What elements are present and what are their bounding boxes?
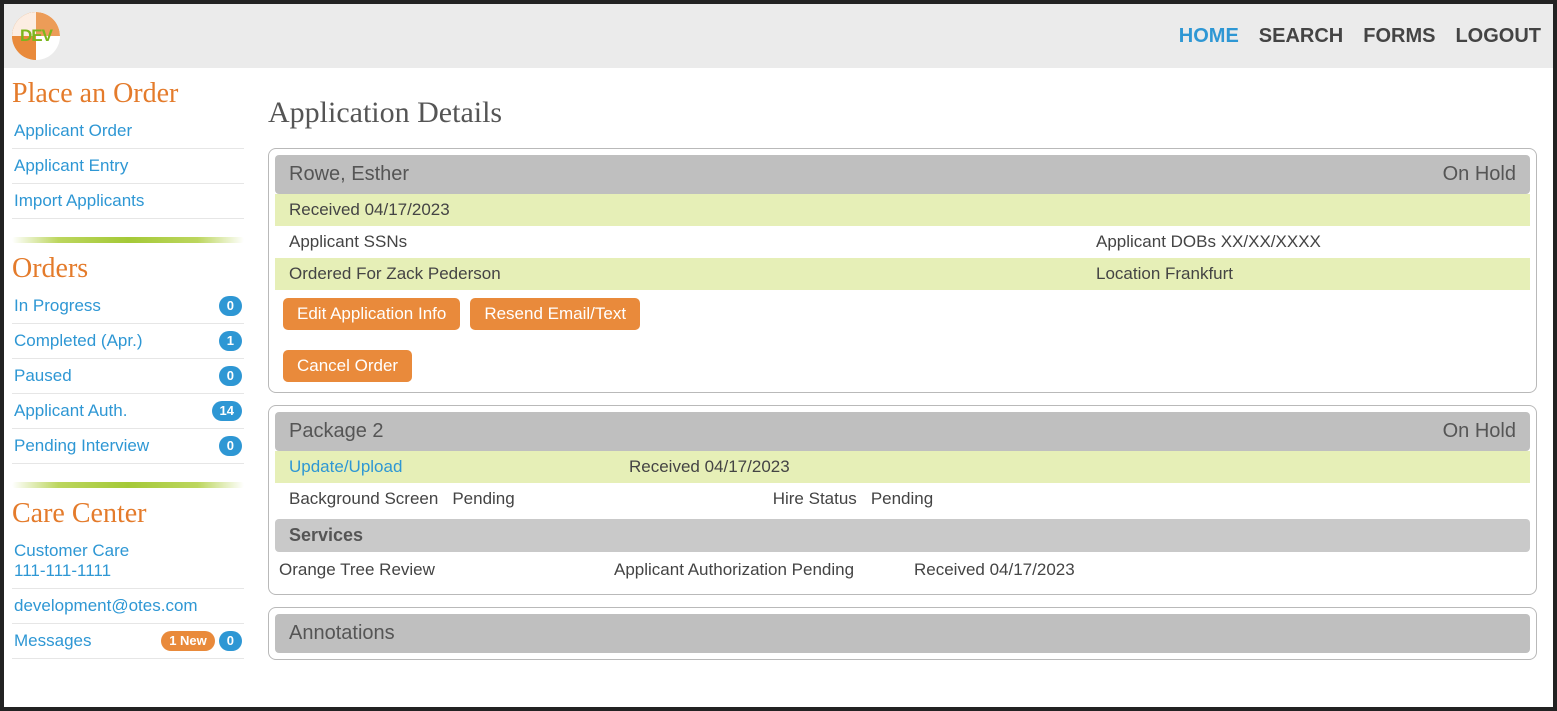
sidebar-item-applicant-auth[interactable]: Applicant Auth. 14 <box>12 394 244 429</box>
status-gap <box>529 489 759 509</box>
link-dev-email[interactable]: development@otes.com <box>14 596 198 616</box>
row-ssn-dob: Applicant SSNs Applicant DOBs XX/XX/XXXX <box>275 226 1530 258</box>
sidebar-item-completed[interactable]: Completed (Apr.) 1 <box>12 324 244 359</box>
applicant-name: Rowe, Esther <box>289 163 409 186</box>
bg-screen-value: Pending <box>452 489 514 509</box>
annotations-header: Annotations <box>275 614 1530 653</box>
bg-screen-label: Background Screen <box>289 489 438 509</box>
sidebar-divider-2 <box>12 482 244 488</box>
badge-completed: 1 <box>219 331 242 351</box>
sidebar-item-in-progress[interactable]: In Progress 0 <box>12 289 244 324</box>
resend-email-button[interactable]: Resend Email/Text <box>470 298 640 330</box>
service-name: Orange Tree Review <box>279 560 614 580</box>
row-received: Received 04/17/2023 <box>275 194 1530 226</box>
sidebar-care-list: Customer Care 111-111-1111 development@o… <box>12 534 244 659</box>
dob-text: Applicant DOBs XX/XX/XXXX <box>1096 232 1516 252</box>
package-name: Package 2 <box>289 420 384 443</box>
nav-forms[interactable]: FORMS <box>1363 25 1435 48</box>
page-title: Application Details <box>268 96 1537 130</box>
nav-logout[interactable]: LOGOUT <box>1455 25 1541 48</box>
sidebar-item-applicant-order[interactable]: Applicant Order <box>12 114 244 149</box>
link-customer-care[interactable]: Customer Care <box>14 541 129 560</box>
brand-logo-text: DEV <box>20 26 52 46</box>
service-received: Received 04/17/2023 <box>914 560 1526 580</box>
location-text: Location Frankfurt <box>1096 264 1516 284</box>
nav-search[interactable]: SEARCH <box>1259 25 1343 48</box>
link-in-progress[interactable]: In Progress <box>14 296 101 316</box>
row-update-upload: Update/Upload Received 04/17/2023 <box>275 451 1530 483</box>
nav-home[interactable]: HOME <box>1179 25 1239 48</box>
topbar: DEV HOME SEARCH FORMS LOGOUT <box>4 4 1553 68</box>
badge-in-progress: 0 <box>219 296 242 316</box>
ssn-text: Applicant SSNs <box>289 232 1066 252</box>
package-received: Received 04/17/2023 <box>629 457 1516 477</box>
main-area: Application Details Rowe, Esther On Hold… <box>252 68 1553 707</box>
link-paused[interactable]: Paused <box>14 366 72 386</box>
row-ordered-for: Ordered For Zack Pederson Location Frank… <box>275 258 1530 290</box>
badge-paused: 0 <box>219 366 242 386</box>
link-import-applicants[interactable]: Import Applicants <box>14 191 144 211</box>
sidebar: Place an Order Applicant Order Applicant… <box>4 68 252 707</box>
sidebar-item-messages[interactable]: Messages 1 New 0 <box>12 624 244 659</box>
ordered-for-text: Ordered For Zack Pederson <box>289 264 1066 284</box>
services-header: Services <box>275 519 1530 552</box>
sidebar-item-applicant-entry[interactable]: Applicant Entry <box>12 149 244 184</box>
applicant-status: On Hold <box>1443 163 1516 186</box>
sidebar-item-pending-interview[interactable]: Pending Interview 0 <box>12 429 244 464</box>
badge-messages-new: 1 New <box>161 631 215 651</box>
link-applicant-order[interactable]: Applicant Order <box>14 121 132 141</box>
layout: Place an Order Applicant Order Applicant… <box>4 68 1553 707</box>
top-nav: HOME SEARCH FORMS LOGOUT <box>1179 25 1541 48</box>
sidebar-divider-1 <box>12 237 244 243</box>
annotations-panel: Annotations <box>268 607 1537 660</box>
sidebar-orders-list: In Progress 0 Completed (Apr.) 1 Paused … <box>12 289 244 464</box>
cancel-order-button[interactable]: Cancel Order <box>283 350 412 382</box>
update-upload-link[interactable]: Update/Upload <box>289 457 402 476</box>
package-panel: Package 2 On Hold Update/Upload Received… <box>268 405 1537 595</box>
badge-pending-interview: 0 <box>219 436 242 456</box>
link-applicant-entry[interactable]: Applicant Entry <box>14 156 128 176</box>
badge-applicant-auth: 14 <box>212 401 242 421</box>
sidebar-title-place-order: Place an Order <box>12 78 244 110</box>
sidebar-title-care-center: Care Center <box>12 498 244 530</box>
hire-status-value: Pending <box>871 489 933 509</box>
link-applicant-auth[interactable]: Applicant Auth. <box>14 401 127 421</box>
sidebar-item-import-applicants[interactable]: Import Applicants <box>12 184 244 219</box>
package-status: On Hold <box>1443 420 1516 443</box>
service-row: Orange Tree Review Applicant Authorizati… <box>275 552 1530 588</box>
applicant-panel-header: Rowe, Esther On Hold <box>275 155 1530 194</box>
applicant-panel: Rowe, Esther On Hold Received 04/17/2023… <box>268 148 1537 393</box>
messages-badges: 1 New 0 <box>161 631 242 651</box>
sidebar-item-paused[interactable]: Paused 0 <box>12 359 244 394</box>
badge-messages-count: 0 <box>219 631 242 651</box>
received-text: Received 04/17/2023 <box>289 200 450 220</box>
sidebar-title-orders: Orders <box>12 253 244 285</box>
hire-status-label: Hire Status <box>773 489 857 509</box>
row-bg-hire: Background Screen Pending Hire Status Pe… <box>275 483 1530 515</box>
app-window: DEV HOME SEARCH FORMS LOGOUT Place an Or… <box>0 0 1557 711</box>
brand-logo: DEV <box>12 12 60 60</box>
link-pending-interview[interactable]: Pending Interview <box>14 436 149 456</box>
sidebar-item-dev-email[interactable]: development@otes.com <box>12 589 244 624</box>
package-panel-header: Package 2 On Hold <box>275 412 1530 451</box>
sidebar-place-order-list: Applicant Order Applicant Entry Import A… <box>12 114 244 219</box>
service-status: Applicant Authorization Pending <box>614 560 914 580</box>
sidebar-item-customer-care[interactable]: Customer Care 111-111-1111 <box>12 534 244 589</box>
edit-application-button[interactable]: Edit Application Info <box>283 298 460 330</box>
annotations-title: Annotations <box>289 622 395 645</box>
link-completed[interactable]: Completed (Apr.) <box>14 331 143 351</box>
link-messages[interactable]: Messages <box>14 631 91 651</box>
action-buttons: Edit Application Info Resend Email/Text … <box>275 290 1530 386</box>
link-customer-phone[interactable]: 111-111-1111 <box>14 561 111 580</box>
